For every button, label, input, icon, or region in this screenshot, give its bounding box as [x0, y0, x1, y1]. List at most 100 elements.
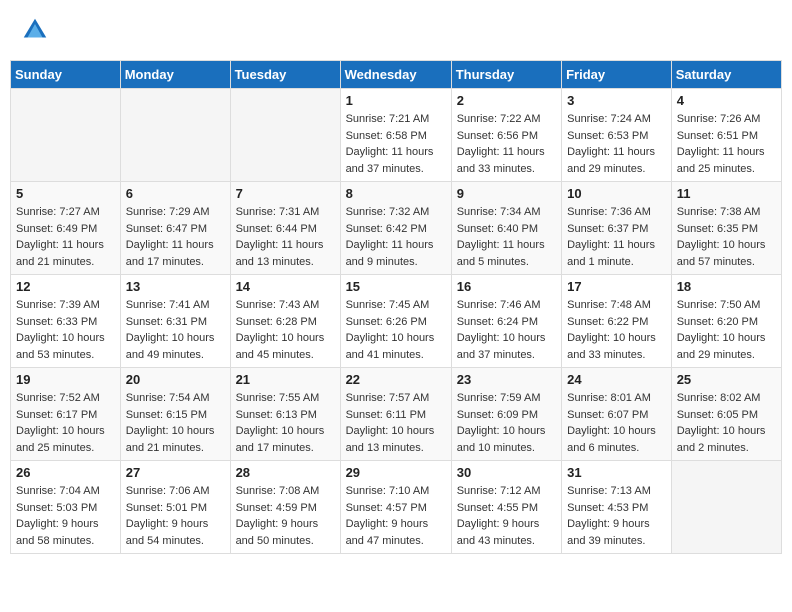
day-info: Sunrise: 7:57 AMSunset: 6:11 PMDaylight:…	[346, 390, 446, 456]
day-number: 20	[126, 372, 225, 387]
calendar-header-row: SundayMondayTuesdayWednesdayThursdayFrid…	[11, 61, 782, 89]
calendar-cell: 26Sunrise: 7:04 AMSunset: 5:03 PMDayligh…	[11, 461, 121, 554]
day-info: Sunrise: 7:36 AMSunset: 6:37 PMDaylight:…	[567, 204, 666, 270]
calendar-cell	[120, 89, 230, 182]
header-thursday: Thursday	[451, 61, 561, 89]
calendar: SundayMondayTuesdayWednesdayThursdayFrid…	[10, 60, 782, 554]
day-number: 7	[236, 186, 335, 201]
calendar-cell: 10Sunrise: 7:36 AMSunset: 6:37 PMDayligh…	[562, 182, 672, 275]
calendar-cell: 11 Sunrise: 7:38 AMSunset: 6:35 PMDayligh…	[671, 182, 781, 275]
calendar-cell: 6 Sunrise: 7:29 AMSunset: 6:47 PMDaylight…	[120, 182, 230, 275]
day-info: Sunrise: 7:55 AMSunset: 6:13 PMDaylight:…	[236, 390, 335, 456]
calendar-week-4: 19 Sunrise: 7:52 AMSunset: 6:17 PMDayligh…	[11, 368, 782, 461]
day-number: 29	[346, 465, 446, 480]
calendar-cell: 12Sunrise: 7:39 AMSunset: 6:33 PMDayligh…	[11, 275, 121, 368]
day-number: 30	[457, 465, 556, 480]
day-number: 14	[236, 279, 335, 294]
day-number: 1	[346, 93, 446, 108]
day-info: Sunrise: 7:26 AMSunset: 6:51 PMDaylight:…	[677, 111, 776, 177]
calendar-cell: 13 Sunrise: 7:41 AMSunset: 6:31 PMDayligh…	[120, 275, 230, 368]
day-number: 31	[567, 465, 666, 480]
day-number: 5	[16, 186, 115, 201]
calendar-cell: 23 Sunrise: 7:59 AMSunset: 6:09 PMDayligh…	[451, 368, 561, 461]
header-saturday: Saturday	[671, 61, 781, 89]
calendar-cell: 3 Sunrise: 7:24 AMSunset: 6:53 PMDaylight…	[562, 89, 672, 182]
header-sunday: Sunday	[11, 61, 121, 89]
calendar-cell: 19 Sunrise: 7:52 AMSunset: 6:17 PMDayligh…	[11, 368, 121, 461]
header-tuesday: Tuesday	[230, 61, 340, 89]
calendar-cell	[230, 89, 340, 182]
calendar-cell	[671, 461, 781, 554]
day-number: 19	[16, 372, 115, 387]
day-info: Sunrise: 7:31 AMSunset: 6:44 PMDaylight:…	[236, 204, 335, 270]
day-info: Sunrise: 7:06 AMSunset: 5:01 PMDaylight:…	[126, 483, 225, 549]
logo-icon	[20, 15, 50, 45]
calendar-cell: 8 Sunrise: 7:32 AMSunset: 6:42 PMDaylight…	[340, 182, 451, 275]
day-number: 21	[236, 372, 335, 387]
day-info: Sunrise: 7:59 AMSunset: 6:09 PMDaylight:…	[457, 390, 556, 456]
day-info: Sunrise: 7:10 AMSunset: 4:57 PMDaylight:…	[346, 483, 446, 549]
day-info: Sunrise: 7:41 AMSunset: 6:31 PMDaylight:…	[126, 297, 225, 363]
calendar-week-1: 1 Sunrise: 7:21 AMSunset: 6:58 PMDaylight…	[11, 89, 782, 182]
day-info: Sunrise: 7:32 AMSunset: 6:42 PMDaylight:…	[346, 204, 446, 270]
day-info: Sunrise: 7:12 AMSunset: 4:55 PMDaylight:…	[457, 483, 556, 549]
day-info: Sunrise: 7:46 AMSunset: 6:24 PMDaylight:…	[457, 297, 556, 363]
header-monday: Monday	[120, 61, 230, 89]
calendar-cell: 15 Sunrise: 7:45 AMSunset: 6:26 PMDayligh…	[340, 275, 451, 368]
day-number: 25	[677, 372, 776, 387]
header-wednesday: Wednesday	[340, 61, 451, 89]
day-number: 15	[346, 279, 446, 294]
day-info: Sunrise: 7:34 AMSunset: 6:40 PMDaylight:…	[457, 204, 556, 270]
day-number: 17	[567, 279, 666, 294]
calendar-cell: 30 Sunrise: 7:12 AMSunset: 4:55 PMDayligh…	[451, 461, 561, 554]
day-number: 3	[567, 93, 666, 108]
day-info: Sunrise: 7:45 AMSunset: 6:26 PMDaylight:…	[346, 297, 446, 363]
calendar-cell: 18 Sunrise: 7:50 AMSunset: 6:20 PMDayligh…	[671, 275, 781, 368]
day-number: 22	[346, 372, 446, 387]
day-number: 18	[677, 279, 776, 294]
calendar-cell: 22 Sunrise: 7:57 AMSunset: 6:11 PMDayligh…	[340, 368, 451, 461]
calendar-cell: 16Sunrise: 7:46 AMSunset: 6:24 PMDayligh…	[451, 275, 561, 368]
calendar-cell: 21 Sunrise: 7:55 AMSunset: 6:13 PMDayligh…	[230, 368, 340, 461]
day-info: Sunrise: 7:27 AMSunset: 6:49 PMDaylight:…	[16, 204, 115, 270]
day-number: 13	[126, 279, 225, 294]
calendar-cell	[11, 89, 121, 182]
day-info: Sunrise: 7:50 AMSunset: 6:20 PMDaylight:…	[677, 297, 776, 363]
day-info: Sunrise: 7:21 AMSunset: 6:58 PMDaylight:…	[346, 111, 446, 177]
day-info: Sunrise: 7:54 AMSunset: 6:15 PMDaylight:…	[126, 390, 225, 456]
day-number: 8	[346, 186, 446, 201]
day-info: Sunrise: 7:08 AMSunset: 4:59 PMDaylight:…	[236, 483, 335, 549]
calendar-cell: 7 Sunrise: 7:31 AMSunset: 6:44 PMDaylight…	[230, 182, 340, 275]
calendar-cell: 24Sunrise: 8:01 AMSunset: 6:07 PMDayligh…	[562, 368, 672, 461]
calendar-cell: 2Sunrise: 7:22 AMSunset: 6:56 PMDaylight…	[451, 89, 561, 182]
day-info: Sunrise: 7:48 AMSunset: 6:22 PMDaylight:…	[567, 297, 666, 363]
calendar-week-3: 12Sunrise: 7:39 AMSunset: 6:33 PMDayligh…	[11, 275, 782, 368]
day-info: Sunrise: 7:13 AMSunset: 4:53 PMDaylight:…	[567, 483, 666, 549]
calendar-cell: 17 Sunrise: 7:48 AMSunset: 6:22 PMDayligh…	[562, 275, 672, 368]
calendar-cell: 28 Sunrise: 7:08 AMSunset: 4:59 PMDayligh…	[230, 461, 340, 554]
calendar-cell: 9 Sunrise: 7:34 AMSunset: 6:40 PMDaylight…	[451, 182, 561, 275]
calendar-week-2: 5 Sunrise: 7:27 AMSunset: 6:49 PMDaylight…	[11, 182, 782, 275]
day-info: Sunrise: 7:43 AMSunset: 6:28 PMDaylight:…	[236, 297, 335, 363]
day-number: 4	[677, 93, 776, 108]
day-number: 6	[126, 186, 225, 201]
calendar-cell: 25Sunrise: 8:02 AMSunset: 6:05 PMDayligh…	[671, 368, 781, 461]
day-number: 12	[16, 279, 115, 294]
day-number: 28	[236, 465, 335, 480]
calendar-cell: 31 Sunrise: 7:13 AMSunset: 4:53 PMDayligh…	[562, 461, 672, 554]
calendar-cell: 20 Sunrise: 7:54 AMSunset: 6:15 PMDayligh…	[120, 368, 230, 461]
calendar-cell: 1 Sunrise: 7:21 AMSunset: 6:58 PMDaylight…	[340, 89, 451, 182]
calendar-cell: 27Sunrise: 7:06 AMSunset: 5:01 PMDayligh…	[120, 461, 230, 554]
calendar-cell: 14 Sunrise: 7:43 AMSunset: 6:28 PMDayligh…	[230, 275, 340, 368]
calendar-cell: 5 Sunrise: 7:27 AMSunset: 6:49 PMDaylight…	[11, 182, 121, 275]
page-header	[10, 10, 782, 50]
day-info: Sunrise: 7:29 AMSunset: 6:47 PMDaylight:…	[126, 204, 225, 270]
day-number: 11	[677, 186, 776, 201]
day-number: 9	[457, 186, 556, 201]
day-number: 23	[457, 372, 556, 387]
day-info: Sunrise: 7:38 AMSunset: 6:35 PMDaylight:…	[677, 204, 776, 270]
header-friday: Friday	[562, 61, 672, 89]
day-info: Sunrise: 7:22 AMSunset: 6:56 PMDaylight:…	[457, 111, 556, 177]
day-info: Sunrise: 7:52 AMSunset: 6:17 PMDaylight:…	[16, 390, 115, 456]
day-info: Sunrise: 7:24 AMSunset: 6:53 PMDaylight:…	[567, 111, 666, 177]
